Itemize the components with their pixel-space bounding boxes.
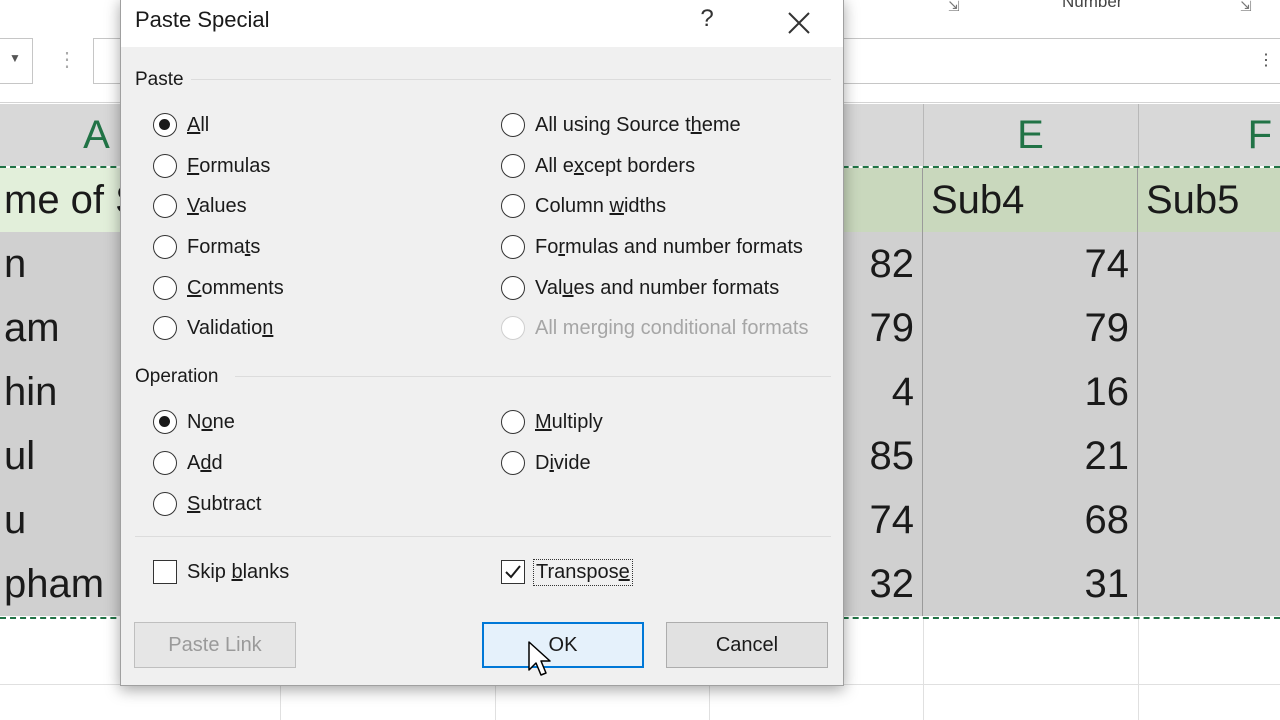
radio-label: Column widths: [535, 194, 667, 217]
cell[interactable]: 21: [923, 424, 1138, 488]
radio-column-widths[interactable]: Column widths: [501, 191, 666, 221]
radio-label: Add: [187, 451, 223, 474]
radio-button[interactable]: [501, 410, 525, 434]
radio-validation[interactable]: Validation: [153, 313, 273, 343]
checkbox-label: Skip blanks: [187, 560, 290, 583]
checkbox-transpose[interactable]: Transpose: [501, 557, 633, 587]
name-box-dropdown[interactable]: ▼: [0, 38, 33, 84]
radio-label: Formulas and number formats: [535, 235, 803, 258]
checkbox-label: Transpose: [533, 558, 633, 586]
radio-button[interactable]: [153, 451, 177, 475]
paste-special-dialog: Paste Special ? Paste All Formulas Value…: [120, 0, 844, 686]
radio-button: [501, 316, 525, 340]
gridline: [1138, 619, 1139, 720]
radio-button[interactable]: [501, 113, 525, 137]
radio-label: All except borders: [535, 154, 696, 177]
formula-bar-grip-icon: ⋮: [57, 49, 77, 71]
radio-subtract[interactable]: Subtract: [153, 489, 262, 519]
group-divider: [135, 536, 831, 537]
number-group-label: Number: [1062, 0, 1123, 11]
checkbox-skip-blanks[interactable]: Skip blanks: [153, 557, 289, 587]
cell[interactable]: [1138, 296, 1280, 360]
radio-button[interactable]: [501, 451, 525, 475]
radio-button[interactable]: [501, 276, 525, 300]
column-header-e[interactable]: E: [923, 104, 1139, 166]
radio-comments[interactable]: Comments: [153, 273, 284, 303]
chevron-down-icon: ▼: [9, 51, 21, 65]
cell[interactable]: 79: [923, 296, 1138, 360]
close-button[interactable]: [781, 5, 817, 41]
cancel-button[interactable]: Cancel: [666, 622, 828, 668]
cell[interactable]: [1138, 488, 1280, 552]
radio-all[interactable]: All: [153, 110, 209, 140]
radio-label: All merging conditional formats: [535, 316, 809, 339]
radio-button[interactable]: [153, 235, 177, 259]
dialog-title: Paste Special: [135, 7, 270, 32]
radio-divide[interactable]: Divide: [501, 448, 591, 478]
number-dialog-launcher-icon[interactable]: ⇲: [1240, 0, 1252, 15]
radio-values-and-number-formats[interactable]: Values and number formats: [501, 273, 779, 303]
radio-multiply[interactable]: Multiply: [501, 407, 603, 437]
radio-all-merging-conditional-formats: All merging conditional formats: [501, 313, 808, 343]
radio-label: Multiply: [535, 410, 603, 433]
radio-button[interactable]: [153, 492, 177, 516]
column-header-f[interactable]: F: [1138, 104, 1280, 166]
cell[interactable]: [1138, 424, 1280, 488]
cell[interactable]: Sub5: [1138, 168, 1280, 232]
radio-label: Values and number formats: [535, 276, 780, 299]
radio-label: None: [187, 410, 235, 433]
gridline: [923, 619, 924, 720]
radio-button[interactable]: [153, 316, 177, 340]
radio-label: Subtract: [187, 492, 262, 515]
radio-label: All: [187, 113, 210, 136]
group-divider: [191, 79, 831, 80]
ok-button[interactable]: OK: [482, 622, 644, 668]
help-button[interactable]: ?: [693, 5, 721, 39]
close-icon: [788, 12, 810, 34]
radio-formulas-and-number-formats[interactable]: Formulas and number formats: [501, 232, 803, 262]
operation-group-label: Operation: [135, 366, 219, 387]
cell[interactable]: [1138, 552, 1280, 616]
dialog-titlebar[interactable]: Paste Special ?: [121, 0, 843, 47]
radio-add[interactable]: Add: [153, 448, 223, 478]
radio-label: Formulas: [187, 154, 271, 177]
radio-label: Comments: [187, 276, 284, 299]
group-divider: [235, 376, 831, 377]
radio-all-except-borders[interactable]: All except borders: [501, 151, 695, 181]
radio-values[interactable]: Values: [153, 191, 247, 221]
radio-all-using-source-theme[interactable]: All using Source theme: [501, 110, 741, 140]
cell[interactable]: 31: [923, 552, 1138, 616]
radio-label: Validation: [187, 316, 274, 339]
radio-button[interactable]: [153, 194, 177, 218]
checkbox[interactable]: [501, 560, 525, 584]
cell[interactable]: Sub4: [923, 168, 1138, 232]
radio-none[interactable]: None: [153, 407, 235, 437]
mouse-cursor-icon: [528, 641, 551, 676]
cell[interactable]: 74: [923, 232, 1138, 296]
cell[interactable]: [1138, 360, 1280, 424]
cell[interactable]: 16: [923, 360, 1138, 424]
radio-button[interactable]: [501, 235, 525, 259]
expand-formula-bar-icon[interactable]: ⋮: [1258, 50, 1274, 70]
checkbox[interactable]: [153, 560, 177, 584]
radio-label: Divide: [535, 451, 591, 474]
paste-link-button[interactable]: Paste Link: [134, 622, 296, 668]
radio-button[interactable]: [501, 154, 525, 178]
radio-button[interactable]: [153, 410, 177, 434]
radio-button[interactable]: [153, 276, 177, 300]
radio-label: Formats: [187, 235, 261, 258]
cell[interactable]: 68: [923, 488, 1138, 552]
radio-label: Values: [187, 194, 247, 217]
checkmark-icon: [505, 565, 521, 579]
radio-button[interactable]: [501, 194, 525, 218]
radio-button[interactable]: [153, 154, 177, 178]
radio-label: All using Source theme: [535, 113, 741, 136]
paste-group-label: Paste: [135, 69, 184, 90]
dialog-launcher-icon[interactable]: ⇲: [948, 0, 960, 15]
radio-formulas[interactable]: Formulas: [153, 151, 270, 181]
radio-button[interactable]: [153, 113, 177, 137]
cell[interactable]: [1138, 232, 1280, 296]
radio-formats[interactable]: Formats: [153, 232, 260, 262]
